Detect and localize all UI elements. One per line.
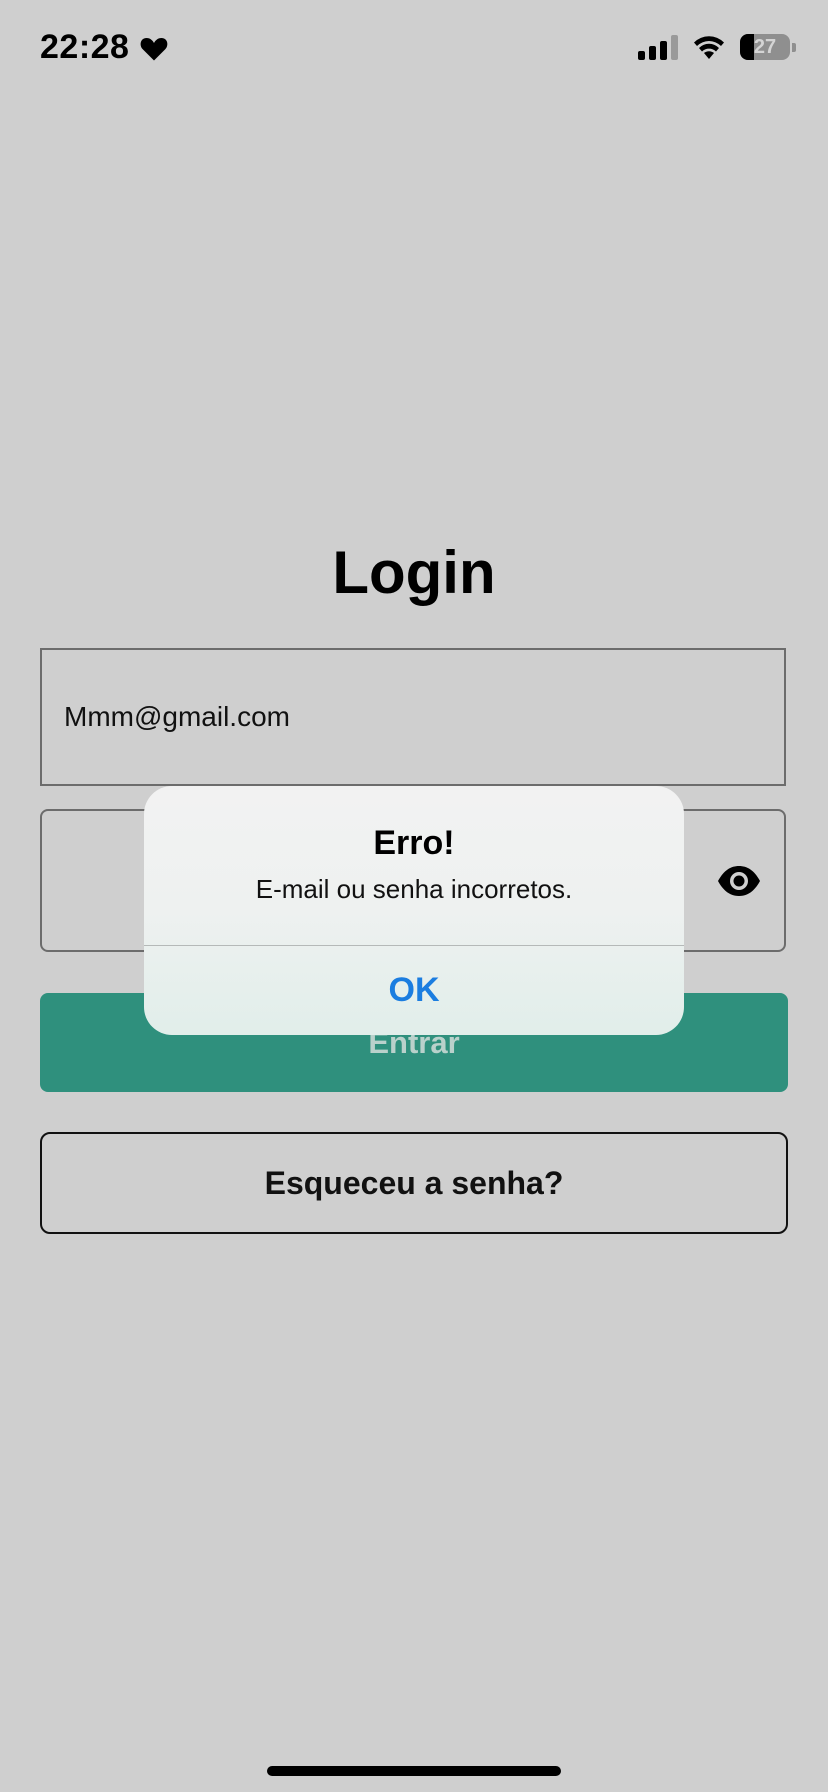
- status-time-group: 22:28: [40, 28, 169, 67]
- page-title: Login: [332, 539, 496, 606]
- status-icons: 27: [638, 34, 796, 60]
- home-indicator[interactable]: [267, 1766, 561, 1776]
- signal-icon: [638, 34, 678, 60]
- email-value: Mmm@gmail.com: [64, 701, 290, 732]
- status-bar: 22:28 27: [0, 0, 828, 100]
- battery-percentage: 27: [753, 35, 777, 58]
- alert-message: E-mail ou senha incorretos.: [255, 874, 573, 904]
- wifi-icon: [694, 36, 724, 59]
- forgot-password-button[interactable]: Esqueceu a senha?: [40, 1132, 788, 1234]
- error-alert: Erro! E-mail ou senha incorretos. OK: [144, 786, 684, 1035]
- status-time: 22:28: [40, 28, 130, 66]
- eye-icon[interactable]: [716, 864, 762, 898]
- forgot-password-label: Esqueceu a senha?: [264, 1164, 564, 1201]
- alert-ok-button[interactable]: OK: [144, 946, 684, 1035]
- alert-title: Erro!: [373, 824, 455, 862]
- heart-icon: [141, 37, 168, 60]
- battery-cap: [792, 42, 796, 52]
- email-field[interactable]: Mmm@gmail.com: [40, 648, 786, 786]
- battery-icon: 27: [740, 34, 790, 60]
